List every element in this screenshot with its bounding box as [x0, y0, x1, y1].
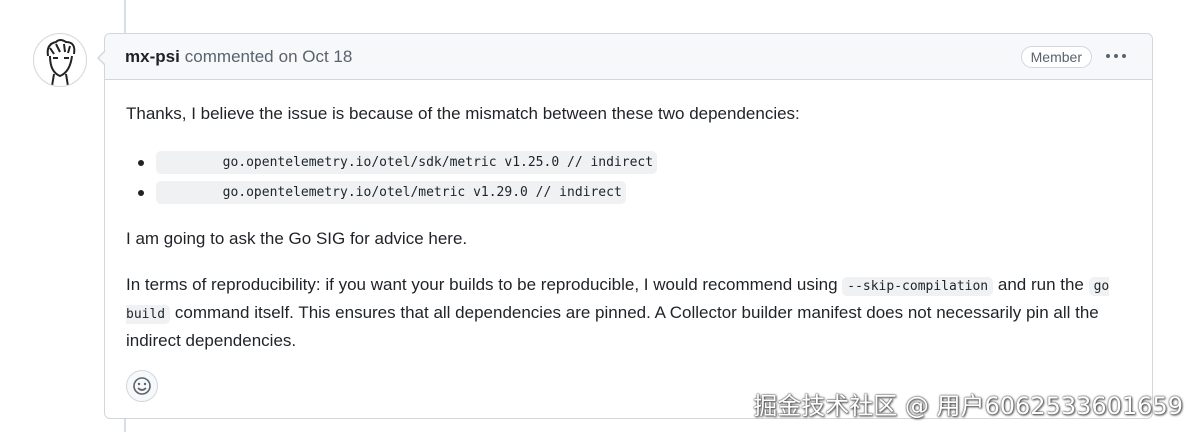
comment-header: mx-psi commented on Oct 18 Member [105, 34, 1152, 80]
comment-date[interactable]: on Oct 18 [279, 47, 353, 67]
bullet [138, 190, 144, 196]
comment-card: mx-psi commented on Oct 18 Member Thanks… [97, 33, 1153, 419]
smiley-icon [133, 377, 151, 395]
text-span: and run the [993, 275, 1089, 294]
dependency-code: go.opentelemetry.io/otel/metric v1.29.0 … [156, 181, 626, 204]
add-reaction-button[interactable] [126, 370, 158, 402]
avatar-image-icon [46, 39, 76, 86]
comment-action: commented [184, 46, 274, 66]
comment-text-go-sig: I am going to ask the Go SIG for advice … [126, 229, 468, 248]
bullet [138, 160, 144, 166]
avatar[interactable] [33, 33, 87, 87]
dependency-code: go.opentelemetry.io/otel/sdk/metric v1.2… [156, 151, 658, 174]
author-link[interactable]: mx-psi [125, 47, 180, 67]
text-span: In terms of reproducibility: if you want… [126, 275, 843, 294]
watermark: 掘金技术社区 @ 用户6062533601659 [753, 392, 1183, 420]
comment-text-intro: Thanks, I believe the issue is because o… [126, 104, 800, 123]
comment-text-reproducibility: In terms of reproducibility: if you want… [126, 272, 1136, 354]
inline-code: --skip-compilation [842, 277, 994, 296]
kebab-horizontal-icon[interactable] [1104, 48, 1128, 64]
member-badge: Member [1020, 46, 1092, 68]
text-span: command itself. This ensures that all de… [126, 303, 1099, 350]
